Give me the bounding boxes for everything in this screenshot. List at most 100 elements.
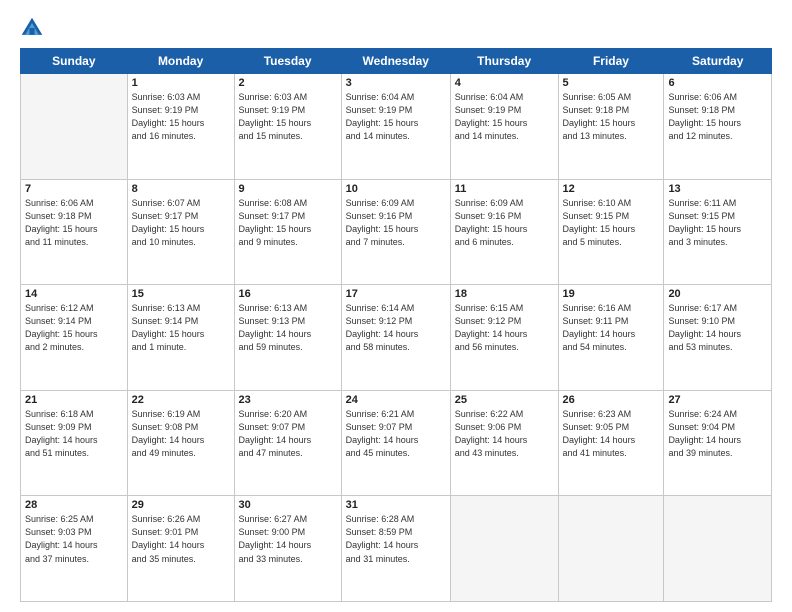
- day-cell: [558, 496, 664, 602]
- day-number: 25: [455, 394, 554, 406]
- day-info: Sunrise: 6:04 AM Sunset: 9:19 PM Dayligh…: [455, 91, 554, 143]
- day-number: 31: [346, 499, 446, 511]
- calendar-table: SundayMondayTuesdayWednesdayThursdayFrid…: [20, 48, 772, 602]
- day-number: 5: [563, 77, 660, 89]
- day-cell: [21, 74, 128, 180]
- day-cell: 12 Sunrise: 6:10 AM Sunset: 9:15 PM Dayli…: [558, 179, 664, 285]
- day-number: 2: [239, 77, 337, 89]
- day-number: 8: [132, 183, 230, 195]
- day-info: Sunrise: 6:21 AM Sunset: 9:07 PM Dayligh…: [346, 408, 446, 460]
- day-info: Sunrise: 6:24 AM Sunset: 9:04 PM Dayligh…: [668, 408, 767, 460]
- day-info: Sunrise: 6:06 AM Sunset: 9:18 PM Dayligh…: [25, 197, 123, 249]
- day-cell: 14 Sunrise: 6:12 AM Sunset: 9:14 PM Dayli…: [21, 285, 128, 391]
- day-cell: 20 Sunrise: 6:17 AM Sunset: 9:10 PM Dayli…: [664, 285, 772, 391]
- day-info: Sunrise: 6:09 AM Sunset: 9:16 PM Dayligh…: [455, 197, 554, 249]
- day-info: Sunrise: 6:07 AM Sunset: 9:17 PM Dayligh…: [132, 197, 230, 249]
- header-cell-tuesday: Tuesday: [234, 49, 341, 74]
- day-number: 7: [25, 183, 123, 195]
- day-cell: 10 Sunrise: 6:09 AM Sunset: 9:16 PM Dayli…: [341, 179, 450, 285]
- day-cell: 1 Sunrise: 6:03 AM Sunset: 9:19 PM Daylig…: [127, 74, 234, 180]
- day-cell: 16 Sunrise: 6:13 AM Sunset: 9:13 PM Dayli…: [234, 285, 341, 391]
- day-number: 14: [25, 288, 123, 300]
- day-cell: 31 Sunrise: 6:28 AM Sunset: 8:59 PM Dayli…: [341, 496, 450, 602]
- day-cell: 29 Sunrise: 6:26 AM Sunset: 9:01 PM Dayli…: [127, 496, 234, 602]
- day-cell: 11 Sunrise: 6:09 AM Sunset: 9:16 PM Dayli…: [450, 179, 558, 285]
- day-cell: 18 Sunrise: 6:15 AM Sunset: 9:12 PM Dayli…: [450, 285, 558, 391]
- day-number: 16: [239, 288, 337, 300]
- day-info: Sunrise: 6:04 AM Sunset: 9:19 PM Dayligh…: [346, 91, 446, 143]
- day-cell: 9 Sunrise: 6:08 AM Sunset: 9:17 PM Daylig…: [234, 179, 341, 285]
- day-number: 29: [132, 499, 230, 511]
- day-number: 17: [346, 288, 446, 300]
- day-cell: 6Sunrise: 6:06 AM Sunset: 9:18 PM Daylig…: [664, 74, 772, 180]
- day-cell: 21Sunrise: 6:18 AM Sunset: 9:09 PM Dayli…: [21, 390, 128, 496]
- day-cell: 3 Sunrise: 6:04 AM Sunset: 9:19 PM Daylig…: [341, 74, 450, 180]
- day-number: 20: [668, 288, 767, 300]
- day-info: Sunrise: 6:25 AM Sunset: 9:03 PM Dayligh…: [25, 513, 123, 565]
- day-number: 12: [563, 183, 660, 195]
- day-info: Sunrise: 6:03 AM Sunset: 9:19 PM Dayligh…: [239, 91, 337, 143]
- day-info: Sunrise: 6:05 AM Sunset: 9:18 PM Dayligh…: [563, 91, 660, 143]
- header-cell-monday: Monday: [127, 49, 234, 74]
- header-cell-sunday: Sunday: [21, 49, 128, 74]
- day-number: 13: [668, 183, 767, 195]
- day-cell: 19Sunrise: 6:16 AM Sunset: 9:11 PM Dayli…: [558, 285, 664, 391]
- day-info: Sunrise: 6:10 AM Sunset: 9:15 PM Dayligh…: [563, 197, 660, 249]
- day-number: 1: [132, 77, 230, 89]
- day-number: 18: [455, 288, 554, 300]
- day-number: 11: [455, 183, 554, 195]
- day-cell: 2 Sunrise: 6:03 AM Sunset: 9:19 PM Daylig…: [234, 74, 341, 180]
- day-cell: [450, 496, 558, 602]
- day-cell: 23 Sunrise: 6:20 AM Sunset: 9:07 PM Dayli…: [234, 390, 341, 496]
- day-cell: 17 Sunrise: 6:14 AM Sunset: 9:12 PM Dayli…: [341, 285, 450, 391]
- day-cell: 8 Sunrise: 6:07 AM Sunset: 9:17 PM Daylig…: [127, 179, 234, 285]
- day-cell: 25 Sunrise: 6:22 AM Sunset: 9:06 PM Dayli…: [450, 390, 558, 496]
- day-cell: 4 Sunrise: 6:04 AM Sunset: 9:19 PM Daylig…: [450, 74, 558, 180]
- day-info: Sunrise: 6:27 AM Sunset: 9:00 PM Dayligh…: [239, 513, 337, 565]
- header-cell-wednesday: Wednesday: [341, 49, 450, 74]
- day-cell: 15 Sunrise: 6:13 AM Sunset: 9:14 PM Dayli…: [127, 285, 234, 391]
- day-info: Sunrise: 6:12 AM Sunset: 9:14 PM Dayligh…: [25, 302, 123, 354]
- week-row-5: 28 Sunrise: 6:25 AM Sunset: 9:03 PM Dayli…: [21, 496, 772, 602]
- day-info: Sunrise: 6:13 AM Sunset: 9:13 PM Dayligh…: [239, 302, 337, 354]
- header-row: SundayMondayTuesdayWednesdayThursdayFrid…: [21, 49, 772, 74]
- day-info: Sunrise: 6:13 AM Sunset: 9:14 PM Dayligh…: [132, 302, 230, 354]
- day-info: Sunrise: 6:20 AM Sunset: 9:07 PM Dayligh…: [239, 408, 337, 460]
- day-info: Sunrise: 6:14 AM Sunset: 9:12 PM Dayligh…: [346, 302, 446, 354]
- day-number: 3: [346, 77, 446, 89]
- day-cell: 5 Sunrise: 6:05 AM Sunset: 9:18 PM Daylig…: [558, 74, 664, 180]
- day-info: Sunrise: 6:08 AM Sunset: 9:17 PM Dayligh…: [239, 197, 337, 249]
- logo: [20, 16, 48, 40]
- day-number: 21: [25, 394, 123, 406]
- week-row-1: 1 Sunrise: 6:03 AM Sunset: 9:19 PM Daylig…: [21, 74, 772, 180]
- day-cell: 7 Sunrise: 6:06 AM Sunset: 9:18 PM Daylig…: [21, 179, 128, 285]
- day-info: Sunrise: 6:22 AM Sunset: 9:06 PM Dayligh…: [455, 408, 554, 460]
- day-info: Sunrise: 6:03 AM Sunset: 9:19 PM Dayligh…: [132, 91, 230, 143]
- week-row-4: 21Sunrise: 6:18 AM Sunset: 9:09 PM Dayli…: [21, 390, 772, 496]
- day-number: 26: [563, 394, 660, 406]
- day-number: 28: [25, 499, 123, 511]
- day-cell: 30Sunrise: 6:27 AM Sunset: 9:00 PM Dayli…: [234, 496, 341, 602]
- day-info: Sunrise: 6:11 AM Sunset: 9:15 PM Dayligh…: [668, 197, 767, 249]
- header: [20, 16, 772, 40]
- day-number: 15: [132, 288, 230, 300]
- day-cell: 22Sunrise: 6:19 AM Sunset: 9:08 PM Dayli…: [127, 390, 234, 496]
- day-info: Sunrise: 6:15 AM Sunset: 9:12 PM Dayligh…: [455, 302, 554, 354]
- day-number: 4: [455, 77, 554, 89]
- day-info: Sunrise: 6:19 AM Sunset: 9:08 PM Dayligh…: [132, 408, 230, 460]
- day-number: 9: [239, 183, 337, 195]
- day-info: Sunrise: 6:06 AM Sunset: 9:18 PM Dayligh…: [668, 91, 767, 143]
- day-number: 27: [668, 394, 767, 406]
- day-info: Sunrise: 6:28 AM Sunset: 8:59 PM Dayligh…: [346, 513, 446, 565]
- day-info: Sunrise: 6:17 AM Sunset: 9:10 PM Dayligh…: [668, 302, 767, 354]
- header-cell-saturday: Saturday: [664, 49, 772, 74]
- day-info: Sunrise: 6:23 AM Sunset: 9:05 PM Dayligh…: [563, 408, 660, 460]
- day-number: 23: [239, 394, 337, 406]
- day-cell: [664, 496, 772, 602]
- day-info: Sunrise: 6:16 AM Sunset: 9:11 PM Dayligh…: [563, 302, 660, 354]
- day-info: Sunrise: 6:26 AM Sunset: 9:01 PM Dayligh…: [132, 513, 230, 565]
- day-cell: 27 Sunrise: 6:24 AM Sunset: 9:04 PM Dayli…: [664, 390, 772, 496]
- day-info: Sunrise: 6:09 AM Sunset: 9:16 PM Dayligh…: [346, 197, 446, 249]
- week-row-2: 7 Sunrise: 6:06 AM Sunset: 9:18 PM Daylig…: [21, 179, 772, 285]
- day-number: 10: [346, 183, 446, 195]
